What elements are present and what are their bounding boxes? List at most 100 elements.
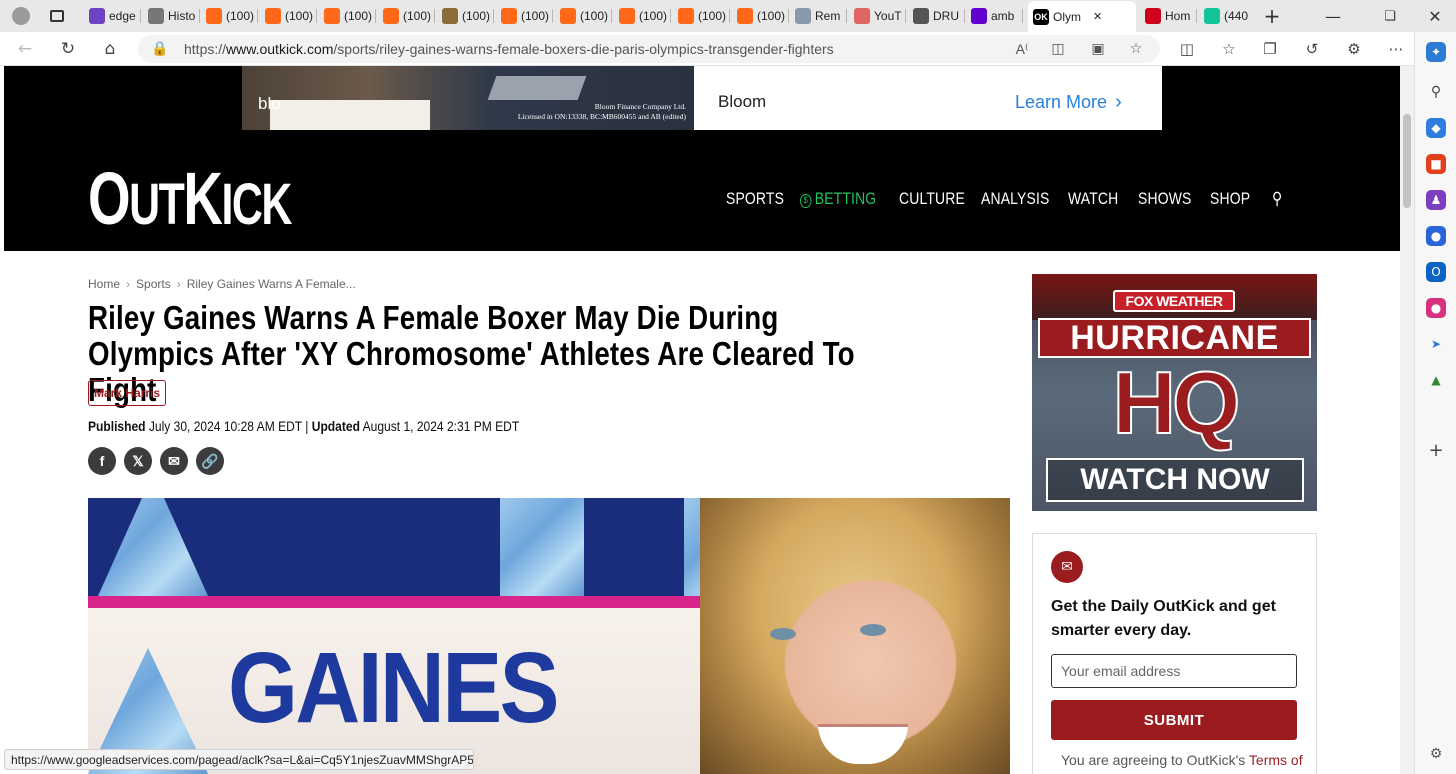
- settings-gear-icon[interactable]: ⚙: [1426, 744, 1446, 764]
- envelope-icon: ✉: [1051, 551, 1083, 583]
- facebook-share-icon[interactable]: f: [88, 447, 116, 475]
- browser-tab[interactable]: (100): [319, 3, 373, 29]
- split-screen-icon[interactable]: ◫: [1174, 37, 1200, 61]
- nav-betting[interactable]: $ BETTING: [800, 189, 876, 209]
- browser-tab[interactable]: (100): [614, 3, 668, 29]
- close-tab-icon[interactable]: ✕: [1093, 10, 1102, 23]
- ad-banner[interactable]: blo Bloom Finance Company Ltd. Licensed …: [242, 66, 1162, 130]
- ad-brand-name[interactable]: Bloom: [718, 92, 766, 112]
- games-icon[interactable]: ♟: [1426, 190, 1446, 210]
- nav-analysis[interactable]: ANALYSIS: [981, 189, 1049, 209]
- breadcrumb-sports[interactable]: Sports: [136, 277, 171, 291]
- workspaces-icon[interactable]: [42, 4, 72, 28]
- article-hero-image[interactable]: GAINES: [88, 498, 1010, 774]
- ad-photo[interactable]: blo Bloom Finance Company Ltd. Licensed …: [242, 66, 694, 130]
- browser-tab[interactable]: amb: [966, 3, 1020, 29]
- tracking-prevention-icon[interactable]: ⚙: [1341, 37, 1367, 61]
- tab-title: Olym: [1053, 9, 1081, 24]
- tab-title: (100): [639, 9, 668, 23]
- promo-watch-now-button[interactable]: WATCH NOW: [1046, 458, 1304, 502]
- history-icon[interactable]: ↺: [1299, 37, 1325, 61]
- back-icon[interactable]: ←: [12, 37, 38, 61]
- browser-tab[interactable]: YouT: [849, 3, 903, 29]
- drudge-icon: [913, 8, 929, 24]
- x-share-icon[interactable]: 𝕏: [124, 447, 152, 475]
- nav-watch[interactable]: WATCH: [1068, 189, 1118, 209]
- browser-tab[interactable]: Histo: [143, 3, 197, 29]
- browser-tab[interactable]: (100): [201, 3, 255, 29]
- browser-tab[interactable]: (100): [437, 3, 491, 29]
- browser-tab[interactable]: Rem: [790, 3, 844, 29]
- refresh-icon[interactable]: ↻: [55, 37, 81, 61]
- copilot-icon[interactable]: ✦: [1426, 42, 1446, 62]
- url-text[interactable]: https://www.outkick.com/sports/riley-gai…: [184, 41, 834, 57]
- close-window-icon[interactable]: ✕: [1420, 4, 1450, 28]
- designer-icon[interactable]: ●: [1426, 298, 1446, 318]
- tab-separator: [905, 9, 906, 23]
- email-share-icon[interactable]: ✉: [160, 447, 188, 475]
- more-menu-icon[interactable]: ⋯: [1383, 37, 1409, 61]
- browser-tab[interactable]: (100): [555, 3, 609, 29]
- favorites-icon[interactable]: ☆: [1216, 37, 1242, 61]
- nav-shows[interactable]: SHOWS: [1138, 189, 1191, 209]
- nav-sports[interactable]: SPORTS: [726, 189, 784, 209]
- address-bar[interactable]: 🔒 https://www.outkick.com/sports/riley-g…: [138, 35, 1160, 63]
- nav-shop[interactable]: SHOP: [1210, 189, 1250, 209]
- breadcrumb-chevron-icon: ›: [176, 277, 181, 291]
- app-available-icon[interactable]: ◫: [1048, 40, 1068, 58]
- browser-tab[interactable]: edge: [84, 3, 138, 29]
- browser-tab[interactable]: (100): [260, 3, 314, 29]
- outlook-icon[interactable]: O: [1426, 262, 1446, 282]
- author-badge[interactable]: Mark Harris: [88, 380, 167, 406]
- submit-button[interactable]: SUBMIT: [1051, 700, 1297, 740]
- substack-icon: [324, 8, 340, 24]
- collections-icon[interactable]: ❐: [1257, 37, 1283, 61]
- tab-separator: [257, 9, 258, 23]
- add-sidebar-icon[interactable]: +: [1426, 440, 1446, 461]
- copy-link-icon[interactable]: 🔗: [196, 447, 224, 475]
- nav-culture[interactable]: CULTURE: [899, 189, 965, 209]
- browser-tab[interactable]: (100): [673, 3, 727, 29]
- fox-weather-promo[interactable]: FOX WEATHER HURRICANE HQ WATCH NOW: [1032, 274, 1317, 511]
- new-tab-icon[interactable]: +: [1257, 4, 1287, 28]
- ad-learn-more-button[interactable]: Learn More ›: [1015, 91, 1122, 114]
- browser-tab[interactable]: (100): [732, 3, 786, 29]
- minimize-icon[interactable]: —: [1318, 4, 1348, 28]
- browser-tab[interactable]: (440: [1199, 3, 1253, 29]
- tab-separator: [493, 9, 494, 23]
- page-scrollbar[interactable]: [1400, 66, 1414, 774]
- read-aloud-icon[interactable]: A⁽: [1012, 40, 1032, 58]
- tab-separator: [1196, 9, 1197, 23]
- outkick-icon: OK: [1033, 8, 1049, 25]
- tab-separator: [670, 9, 671, 23]
- breadcrumb-home[interactable]: Home: [88, 277, 120, 291]
- tab-separator: [611, 9, 612, 23]
- tab-title: edge: [109, 9, 136, 23]
- substack-icon: [383, 8, 399, 24]
- home-icon[interactable]: ⌂: [97, 37, 123, 61]
- profile-icon[interactable]: [6, 4, 36, 28]
- tab-separator: [552, 9, 553, 23]
- tree-icon[interactable]: ▲: [1426, 370, 1446, 390]
- lock-icon[interactable]: 🔒: [150, 40, 170, 58]
- restore-icon[interactable]: ❏: [1375, 4, 1405, 28]
- tools-icon[interactable]: ■: [1426, 154, 1446, 174]
- browser-tab[interactable]: Hom: [1140, 3, 1194, 29]
- fox-weather-logo: FOX WEATHER: [1113, 290, 1235, 312]
- tab-title: (100): [521, 9, 550, 23]
- favorite-star-icon[interactable]: ☆: [1126, 40, 1146, 58]
- terms-link[interactable]: Terms of: [1249, 752, 1303, 768]
- browser-tab[interactable]: DRU: [908, 3, 962, 29]
- outkick-logo[interactable]: OUTKICK: [88, 162, 292, 236]
- browser-tab[interactable]: (100): [496, 3, 550, 29]
- scrollbar-thumb[interactable]: [1403, 114, 1411, 208]
- shopping-icon[interactable]: ◆: [1426, 118, 1446, 138]
- search-icon[interactable]: ⚲: [1272, 189, 1282, 209]
- search-icon[interactable]: ⚲: [1426, 82, 1446, 102]
- immersive-reader-icon[interactable]: ▣: [1088, 40, 1108, 58]
- microsoft-365-icon[interactable]: ●: [1426, 226, 1446, 246]
- browser-tab[interactable]: OK Olym ✕: [1028, 1, 1136, 32]
- send-icon[interactable]: ➤: [1426, 334, 1446, 354]
- email-field[interactable]: [1051, 654, 1297, 688]
- browser-tab[interactable]: (100): [378, 3, 432, 29]
